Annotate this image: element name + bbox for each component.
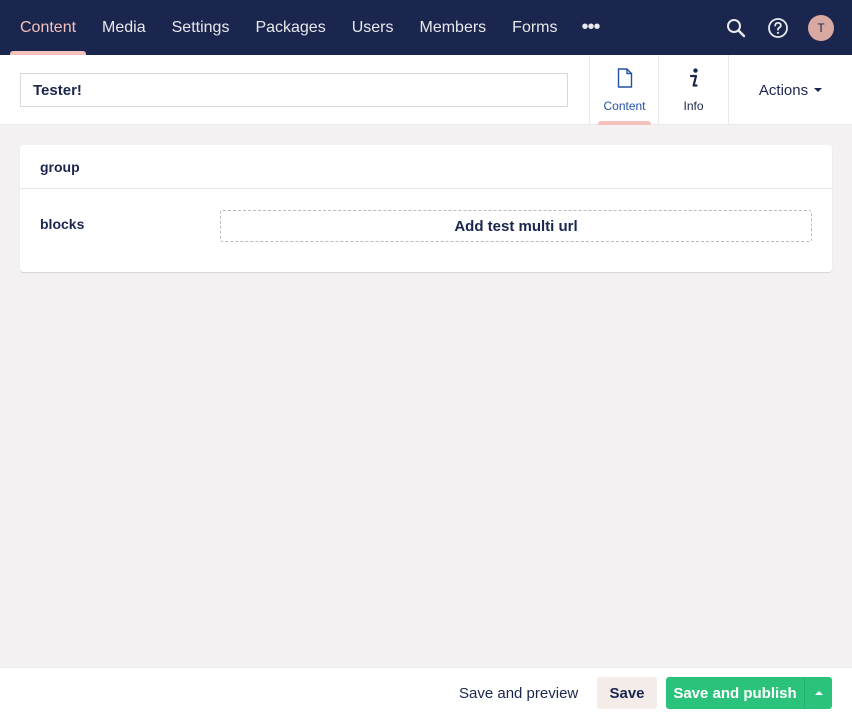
save-button[interactable]: Save xyxy=(597,677,657,709)
user-avatar[interactable]: T xyxy=(808,14,834,41)
editor-footer: Save and preview Save Save and publish xyxy=(0,667,852,717)
property-group-panel: group blocks Add test multi url xyxy=(20,145,832,272)
nav-item-label: Members xyxy=(419,18,487,36)
info-icon xyxy=(688,67,700,93)
save-and-preview-button[interactable]: Save and preview xyxy=(449,677,588,709)
property-label: blocks xyxy=(40,216,85,232)
search-icon[interactable] xyxy=(724,16,748,40)
more-sections-button[interactable]: ••• xyxy=(574,0,608,55)
nav-item-media[interactable]: Media xyxy=(92,0,156,55)
save-and-publish-label: Save and publish xyxy=(673,684,797,702)
tab-content-label: Content xyxy=(603,98,646,113)
editor-header: Content Info Actions xyxy=(0,55,852,125)
save-and-publish-button[interactable]: Save and publish xyxy=(666,677,804,709)
nav-item-members[interactable]: Members xyxy=(409,0,496,55)
add-block-button[interactable]: Add test multi url xyxy=(220,210,812,242)
nav-item-label: Forms xyxy=(512,18,558,36)
actions-label: Actions xyxy=(758,81,809,99)
publish-options-button[interactable] xyxy=(804,677,832,709)
tab-info-label: Info xyxy=(683,98,704,113)
nav-item-label: Content xyxy=(20,18,77,36)
nav-item-label: Media xyxy=(102,18,146,36)
actions-dropdown-button[interactable]: Actions xyxy=(728,55,852,125)
nav-item-content[interactable]: Content xyxy=(10,0,87,55)
nav-item-packages[interactable]: Packages xyxy=(245,0,335,55)
group-title: group xyxy=(20,145,832,189)
nav-item-label: Packages xyxy=(255,18,326,36)
nav-item-forms[interactable]: Forms xyxy=(502,0,567,55)
chevron-up-icon xyxy=(814,691,823,695)
content-name-input[interactable] xyxy=(20,73,568,107)
nav-tools: T xyxy=(724,0,834,55)
tab-info[interactable]: Info xyxy=(658,55,728,125)
nav-item-label: Users xyxy=(351,18,394,36)
save-label: Save xyxy=(609,684,645,702)
nav-item-label: Settings xyxy=(171,18,230,36)
more-icon: ••• xyxy=(581,16,601,38)
help-icon[interactable] xyxy=(766,16,790,40)
nav-item-users[interactable]: Users xyxy=(342,0,404,55)
save-and-preview-label: Save and preview xyxy=(459,684,579,702)
nav-item-settings[interactable]: Settings xyxy=(162,0,240,55)
chevron-down-icon xyxy=(814,88,823,92)
document-icon xyxy=(617,67,633,93)
top-navigation: Content Media Settings Packages Users Me… xyxy=(0,0,852,55)
tab-content[interactable]: Content xyxy=(589,55,659,125)
avatar-initial: T xyxy=(817,20,825,35)
